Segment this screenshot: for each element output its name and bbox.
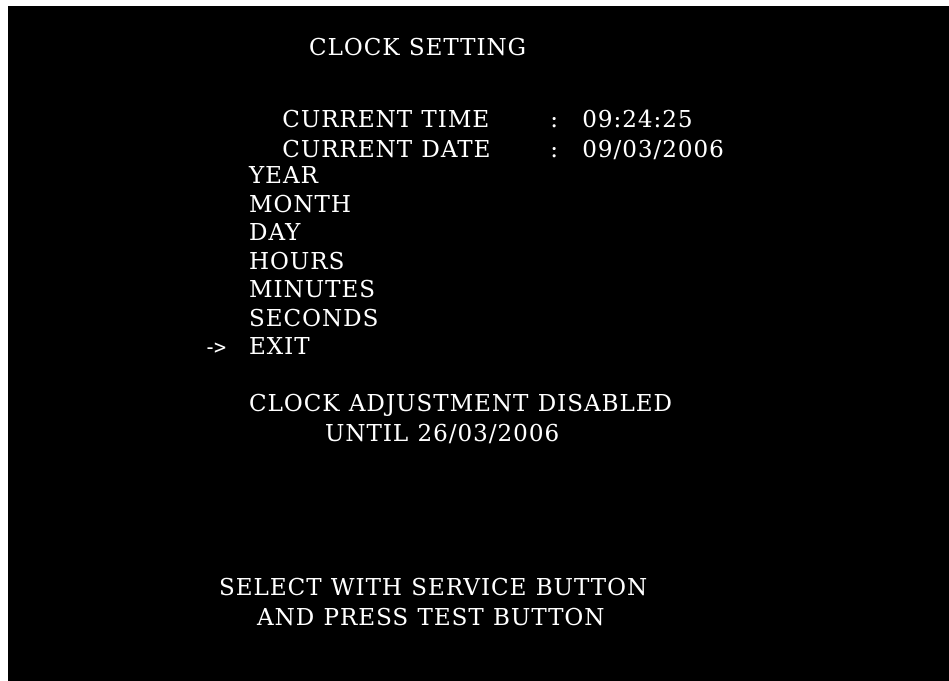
menu-item-exit[interactable]: EXIT [249,333,379,362]
menu-item-hours[interactable]: HOURS [249,248,379,277]
menu-item-day[interactable]: DAY [249,219,379,248]
selection-arrow-icon: -> [204,335,226,359]
instruction-line-1: SELECT WITH SERVICE BUTTON [219,575,649,601]
menu-item-year[interactable]: YEAR [249,162,379,191]
current-date-label: CURRENT DATE [282,137,492,163]
menu-item-month[interactable]: MONTH [249,191,379,220]
clock-setting-menu: YEAR MONTH DAY HOURS MINUTES SECONDS EXI… [249,162,379,362]
instruction-line-2: AND PRESS TEST BUTTON [257,605,606,631]
page-title: CLOCK SETTING [309,35,528,61]
current-date-value: 09/03/2006 [582,137,725,163]
current-date-separator: : [550,137,559,163]
menu-item-seconds[interactable]: SECONDS [249,305,379,334]
clock-adjustment-status: CLOCK ADJUSTMENT DISABLED [249,391,673,417]
clock-adjustment-until: UNTIL 26/03/2006 [325,421,561,447]
menu-item-minutes[interactable]: MINUTES [249,276,379,305]
service-menu-screen: CLOCK SETTING CURRENT TIME:09:24:25 CURR… [8,6,949,681]
